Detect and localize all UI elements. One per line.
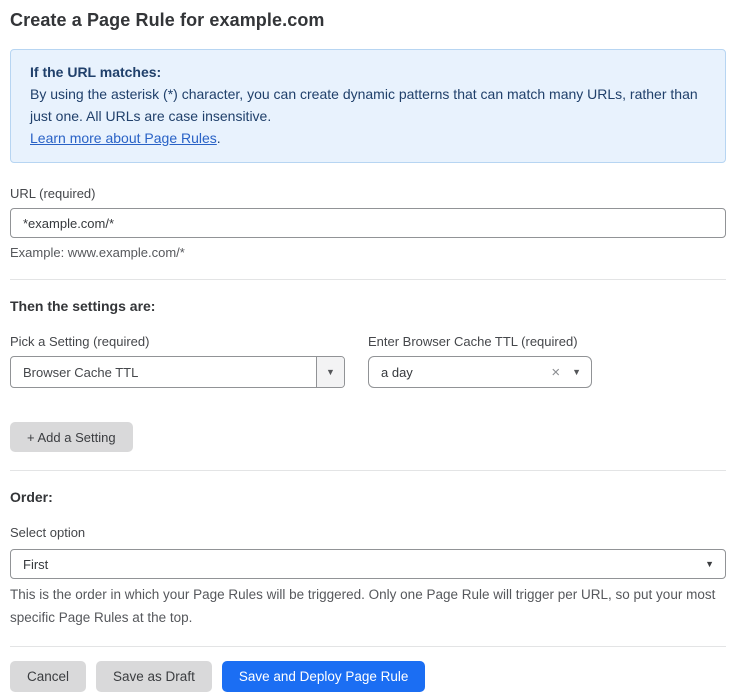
ttl-column: Enter Browser Cache TTL (required) a day… [368, 334, 592, 388]
ttl-label: Enter Browser Cache TTL (required) [368, 334, 592, 349]
order-section-heading: Order: [10, 489, 726, 505]
order-value: First [23, 557, 705, 572]
order-helper-text: This is the order in which your Page Rul… [10, 583, 726, 629]
pick-setting-select[interactable]: Browser Cache TTL ▼ [10, 356, 345, 388]
divider [10, 470, 726, 471]
save-and-deploy-button[interactable]: Save and Deploy Page Rule [222, 661, 426, 692]
pick-setting-label: Pick a Setting (required) [10, 334, 345, 349]
info-box-body: By using the asterisk (*) character, you… [30, 83, 706, 127]
add-setting-wrap: + Add a Setting [10, 422, 726, 452]
learn-more-link[interactable]: Learn more about Page Rules [30, 130, 217, 146]
create-page-rule-form: Create a Page Rule for example.com If th… [0, 0, 736, 692]
url-example-text: Example: www.example.com/* [10, 245, 726, 261]
divider [10, 646, 726, 647]
chevron-down-icon: ▼ [705, 559, 714, 569]
info-box-heading: If the URL matches: [30, 61, 706, 83]
link-suffix: . [217, 130, 221, 146]
chevron-down-icon: ▼ [572, 367, 581, 377]
clear-icon[interactable]: × [551, 365, 560, 380]
divider [10, 279, 726, 280]
footer-buttons: Cancel Save as Draft Save and Deploy Pag… [10, 661, 726, 692]
order-select[interactable]: First ▼ [10, 549, 726, 579]
settings-section-heading: Then the settings are: [10, 298, 726, 314]
page-title: Create a Page Rule for example.com [10, 8, 726, 32]
url-matches-info-box: If the URL matches: By using the asteris… [10, 49, 726, 163]
pick-setting-value: Browser Cache TTL [11, 357, 316, 387]
add-setting-button[interactable]: + Add a Setting [10, 422, 133, 452]
save-as-draft-button[interactable]: Save as Draft [96, 661, 212, 692]
cancel-button[interactable]: Cancel [10, 661, 86, 692]
pick-setting-column: Pick a Setting (required) Browser Cache … [10, 334, 345, 388]
ttl-value: a day [381, 365, 551, 380]
ttl-select[interactable]: a day × ▼ [368, 356, 592, 388]
url-input[interactable] [10, 208, 726, 238]
url-label: URL (required) [10, 186, 726, 201]
order-select-label: Select option [10, 525, 726, 540]
chevron-down-icon: ▼ [316, 357, 344, 387]
settings-row: Pick a Setting (required) Browser Cache … [10, 334, 726, 388]
info-box-link-line: Learn more about Page Rules. [30, 127, 706, 149]
